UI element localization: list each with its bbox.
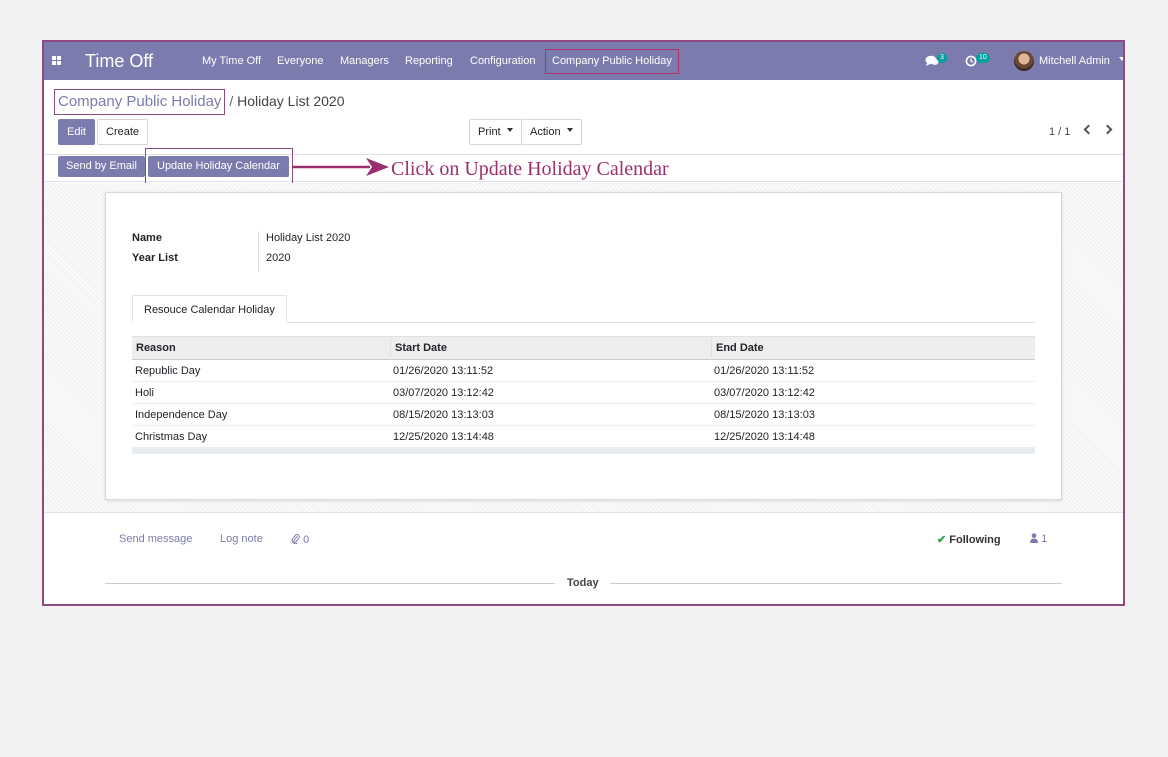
user-avatar[interactable] (1014, 51, 1034, 71)
following-label: Following (949, 534, 1001, 546)
paperclip-icon (291, 534, 300, 545)
cell-reason: Christmas Day (135, 431, 208, 443)
cell-end-date: 03/07/2020 13:12:42 (714, 387, 815, 399)
apps-menu-icon[interactable] (52, 42, 68, 80)
date-separator-today: Today (567, 577, 599, 589)
followers-button[interactable]: 1 (1030, 533, 1047, 545)
user-menu[interactable]: Mitchell Admin (1039, 42, 1123, 80)
annotation-arrow-icon (292, 158, 389, 176)
field-value-name: Holiday List 2020 (266, 232, 351, 244)
field-divider (258, 231, 259, 271)
cell-start-date: 03/07/2020 13:12:42 (393, 387, 494, 399)
table-row[interactable]: Holi 03/07/2020 13:12:42 03/07/2020 13:1… (132, 382, 1035, 404)
menu-everyone[interactable]: Everyone (277, 42, 323, 80)
column-header-reason[interactable]: Reason (132, 337, 390, 360)
cell-end-date: 12/25/2020 13:14:48 (714, 431, 815, 443)
attachments-count: 0 (303, 534, 310, 546)
table-row[interactable]: Republic Day 01/26/2020 13:11:52 01/26/2… (132, 360, 1035, 382)
app-window: Time Off My Time Off Everyone Managers R… (42, 40, 1125, 606)
check-icon: ✔ (937, 534, 947, 546)
field-value-year-list: 2020 (266, 252, 291, 264)
cell-start-date: 01/26/2020 13:11:52 (393, 365, 494, 377)
log-note-button[interactable]: Log note (220, 533, 263, 545)
caret-down-icon (566, 128, 573, 133)
print-dropdown[interactable]: Print (469, 119, 522, 145)
user-icon (1030, 533, 1038, 543)
app-title[interactable]: Time Off (85, 42, 153, 80)
highlight-box-update (145, 148, 293, 186)
divider-line (105, 583, 555, 584)
cell-start-date: 12/25/2020 13:14:48 (393, 431, 494, 443)
create-button[interactable]: Create (97, 119, 149, 145)
activities-button[interactable]: 10 (965, 42, 995, 80)
table-header: Reason Start Date End Date (132, 336, 1035, 360)
activities-badge: 10 (976, 53, 990, 63)
divider-line (610, 583, 1062, 584)
holiday-table: Reason Start Date End Date Republic Day … (132, 336, 1035, 454)
cell-reason: Holi (135, 387, 154, 399)
send-by-email-button[interactable]: Send by Email (58, 156, 145, 177)
user-name: Mitchell Admin (1039, 55, 1110, 67)
table-footer (132, 448, 1035, 454)
followers-count: 1 (1041, 533, 1048, 545)
field-label-name: Name (132, 232, 162, 244)
cell-reason: Independence Day (135, 409, 228, 421)
messages-button[interactable]: 3 (925, 42, 949, 80)
attachments-button[interactable]: 0 (291, 533, 309, 546)
column-header-end-date[interactable]: End Date (711, 337, 1035, 360)
breadcrumb-separator: / (229, 93, 234, 109)
breadcrumb: Company Public Holiday / Holiday List 20… (54, 88, 345, 115)
field-label-year-list: Year List (132, 252, 178, 264)
form-sheet: Name Holiday List 2020 Year List 2020 Re… (105, 192, 1062, 500)
column-header-start-date[interactable]: Start Date (390, 337, 711, 360)
menu-configuration[interactable]: Configuration (470, 42, 535, 80)
tab-resource-calendar-holiday[interactable]: Resouce Calendar Holiday (132, 295, 287, 323)
pager-next-icon[interactable] (1102, 124, 1113, 135)
menu-reporting[interactable]: Reporting (405, 42, 453, 80)
menu-my-time-off[interactable]: My Time Off (202, 42, 261, 80)
table-row[interactable]: Christmas Day 12/25/2020 13:14:48 12/25/… (132, 426, 1035, 448)
top-navbar: Time Off My Time Off Everyone Managers R… (44, 42, 1123, 80)
action-dropdown[interactable]: Action (521, 119, 582, 145)
menu-managers[interactable]: Managers (340, 42, 389, 80)
messages-badge: 3 (937, 53, 947, 63)
pager-value[interactable]: 1 / 1 (1049, 126, 1070, 138)
caret-down-icon (506, 128, 513, 133)
cell-reason: Republic Day (135, 365, 201, 377)
chevron-down-icon (1118, 57, 1123, 62)
annotation-text: Click on Update Holiday Calendar (391, 158, 669, 180)
breadcrumb-parent-link[interactable]: Company Public Holiday (54, 89, 226, 115)
table-row[interactable]: Independence Day 08/15/2020 13:13:03 08/… (132, 404, 1035, 426)
edit-button[interactable]: Edit (58, 119, 95, 145)
pager-previous-icon[interactable] (1083, 124, 1094, 135)
action-label: Action (530, 126, 561, 138)
menu-company-public-holiday[interactable]: Company Public Holiday (552, 42, 672, 80)
send-message-button[interactable]: Send message (119, 533, 192, 545)
cell-end-date: 01/26/2020 13:11:52 (714, 365, 815, 377)
following-button[interactable]: ✔ Following (937, 533, 1001, 546)
cell-start-date: 08/15/2020 13:13:03 (393, 409, 494, 421)
print-label: Print (478, 126, 501, 138)
cell-end-date: 08/15/2020 13:13:03 (714, 409, 815, 421)
breadcrumb-current: Holiday List 2020 (237, 93, 345, 109)
